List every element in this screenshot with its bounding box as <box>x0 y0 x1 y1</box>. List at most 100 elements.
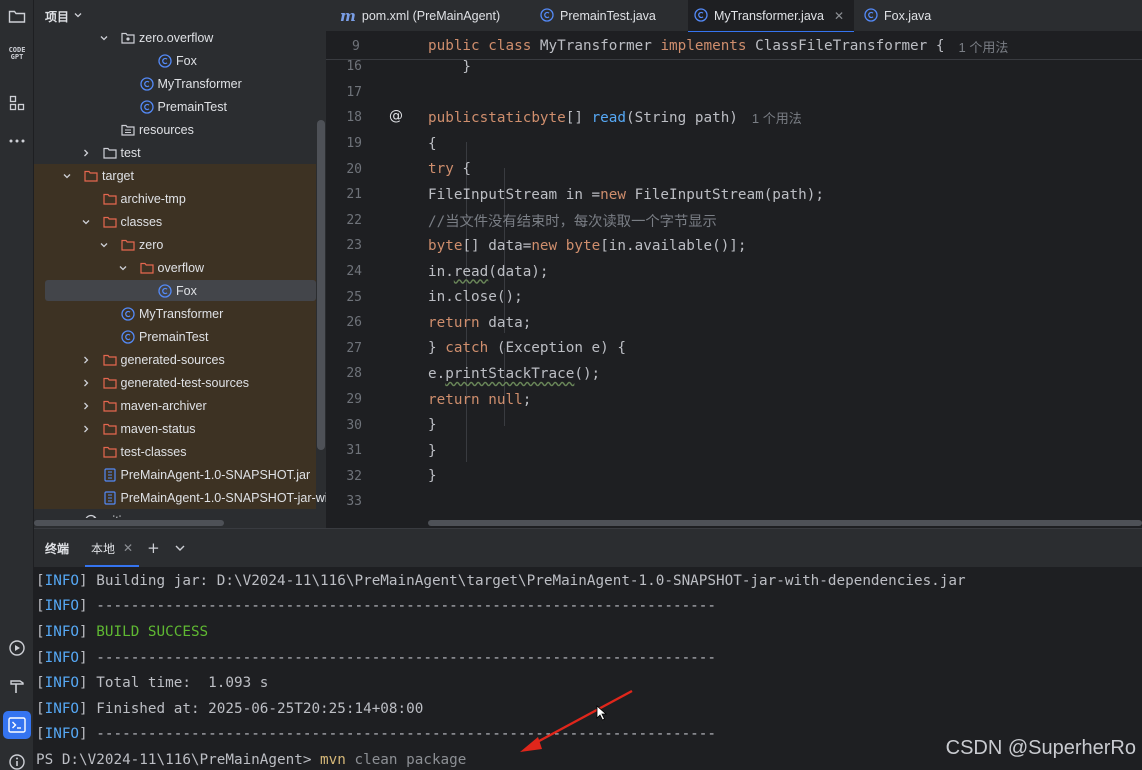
editor-tab[interactable]: MyTransformer.java ✕ <box>688 0 854 33</box>
resources-folder-icon <box>120 118 136 141</box>
code-line-26: return data; <box>428 310 531 336</box>
new-terminal-button[interactable]: + <box>147 539 160 557</box>
terminal-tab-local[interactable]: 本地 ✕ <box>85 529 140 567</box>
services-tool-button[interactable] <box>3 634 31 662</box>
tree-item[interactable]: maven-status <box>34 417 316 440</box>
tree-item[interactable]: PreMainAgent-1.0-SNAPSHOT-jar-wit <box>34 486 326 509</box>
log-text: Building jar: D:\V2024-11\116\PreMainAge… <box>87 572 966 589</box>
java-class-icon <box>157 49 173 72</box>
tree-item[interactable]: overflow <box>34 256 316 279</box>
terminal-tool-button[interactable] <box>3 711 31 739</box>
excluded-folder-icon <box>102 210 118 233</box>
tree-item[interactable]: maven-archiver <box>34 394 316 417</box>
usage-hint[interactable]: 1 个用法 <box>959 37 1009 56</box>
chevron-right-icon[interactable] <box>80 348 92 371</box>
code-token: { <box>453 161 472 178</box>
watermark-text: CSDN @SuperherRo <box>945 737 1136 759</box>
chevron-right-icon[interactable] <box>80 371 92 394</box>
code-line-29: return null; <box>428 387 531 413</box>
scrollbar-thumb[interactable] <box>34 520 224 526</box>
tree-item[interactable]: classes <box>34 210 316 233</box>
tree-item-label: MyTransformer <box>157 76 242 91</box>
project-tree-vertical-scrollbar[interactable] <box>317 120 325 450</box>
line-number: 19 <box>346 136 362 152</box>
code-line-25: in.close(); <box>428 284 523 310</box>
chevron-right-icon[interactable] <box>80 141 92 164</box>
tree-item[interactable]: Fox <box>34 279 316 302</box>
chevron-down-icon[interactable] <box>98 233 110 256</box>
code-token: public <box>428 38 480 54</box>
terminal-line: [INFO] Total time: 1.093 s <box>36 670 268 696</box>
tree-item[interactable]: resources <box>34 118 316 141</box>
code-token: } <box>428 468 437 485</box>
line-number: 25 <box>346 289 362 305</box>
chevron-right-icon[interactable] <box>80 394 92 417</box>
tree-item-label: zero <box>139 237 164 252</box>
line-number: 23 <box>346 238 362 254</box>
close-icon[interactable]: ✕ <box>834 9 844 23</box>
excluded-folder-icon <box>102 371 118 394</box>
code-token: return <box>428 391 480 408</box>
tree-item-label: Fox <box>176 53 197 68</box>
log-text: ----------------------------------------… <box>87 649 717 666</box>
code-token: new <box>600 186 626 203</box>
tree-item[interactable]: archive-tmp <box>34 187 316 210</box>
terminal-line: [INFO] ---------------------------------… <box>36 645 716 671</box>
code-token: FileInputStream(path); <box>625 186 824 203</box>
problems-tool-button[interactable] <box>3 748 31 770</box>
excluded-folder-icon <box>102 417 118 440</box>
tree-item[interactable]: PremainTest <box>34 325 316 348</box>
tree-item[interactable]: generated-sources <box>34 348 316 371</box>
log-level: INFO <box>44 623 80 640</box>
log-bracket: [ <box>36 649 45 666</box>
tree-item-label: PremainTest <box>139 329 209 344</box>
project-tool-button[interactable] <box>3 2 31 30</box>
more-tools-button[interactable] <box>3 127 31 155</box>
tree-item[interactable]: MyTransformer <box>34 72 316 95</box>
project-panel: 项目 zero.overflow Fox MyTransformer PremainT… <box>34 0 326 528</box>
code-token: e. <box>428 365 446 382</box>
sticky-scroll-header[interactable]: 9 public class MyTransformer implements … <box>326 32 1142 60</box>
tool-window-strip: CODE GPT <box>0 0 34 770</box>
structure-tool-button[interactable] <box>3 89 31 117</box>
code-area[interactable]: } public static byte[] read (String path)… <box>428 32 1142 518</box>
project-panel-title: 项目 <box>45 9 70 24</box>
chevron-down-icon[interactable] <box>61 164 73 187</box>
chevron-down-icon[interactable] <box>80 210 92 233</box>
jar-file-icon <box>102 463 118 486</box>
tree-item[interactable]: target <box>34 164 316 187</box>
tree-item[interactable]: PremainTest <box>34 95 316 118</box>
tree-item[interactable]: zero <box>34 233 316 256</box>
build-tool-button[interactable] <box>3 672 31 700</box>
code-token: data; <box>479 314 532 331</box>
close-icon[interactable]: ✕ <box>123 541 133 555</box>
project-tree-horizontal-scrollbar[interactable] <box>34 518 316 528</box>
code-token: byte <box>531 109 566 126</box>
tree-item[interactable]: zero.overflow <box>34 26 316 49</box>
tree-item[interactable]: test <box>34 141 316 164</box>
terminal-prompt-line[interactable]: PS D:\V2024-11\116\PreMainAgent> mvn cle… <box>36 747 466 770</box>
command-args: clean package <box>345 751 467 768</box>
editor-tab[interactable]: Fox.java <box>858 0 958 32</box>
editor-tab[interactable]: PremainTest.java <box>534 0 680 32</box>
codegpt-tool-button[interactable]: CODE GPT <box>3 40 31 68</box>
code-line-28: e. printStackTrace (); <box>428 361 600 387</box>
log-bracket: ] <box>79 623 88 640</box>
editor-horizontal-scrollbar[interactable] <box>428 518 1142 528</box>
tree-item[interactable]: MyTransformer <box>34 302 316 325</box>
code-token: in.close(); <box>428 289 523 306</box>
tree-item[interactable]: generated-test-sources <box>34 371 316 394</box>
tree-item[interactable]: PreMainAgent-1.0-SNAPSHOT.jar <box>34 463 316 486</box>
sticky-line-code: public class MyTransformer implements Cl… <box>428 32 1008 60</box>
chevron-down-icon[interactable] <box>117 256 129 279</box>
scrollbar-thumb[interactable] <box>428 520 1142 526</box>
tree-item[interactable]: test-classes <box>34 440 316 463</box>
code-editor: m pom.xml (PreMainAgent) PremainTest.java M… <box>326 0 1142 528</box>
chevron-right-icon[interactable] <box>80 417 92 440</box>
annotation-gutter-icon[interactable]: @ <box>386 106 406 126</box>
usage-hint[interactable]: 1 个用法 <box>752 108 802 127</box>
chevron-down-icon[interactable] <box>98 26 110 49</box>
chevron-down-icon[interactable] <box>174 539 186 557</box>
editor-tab[interactable]: m pom.xml (PreMainAgent) <box>334 0 526 32</box>
tree-item[interactable]: Fox <box>34 49 316 72</box>
